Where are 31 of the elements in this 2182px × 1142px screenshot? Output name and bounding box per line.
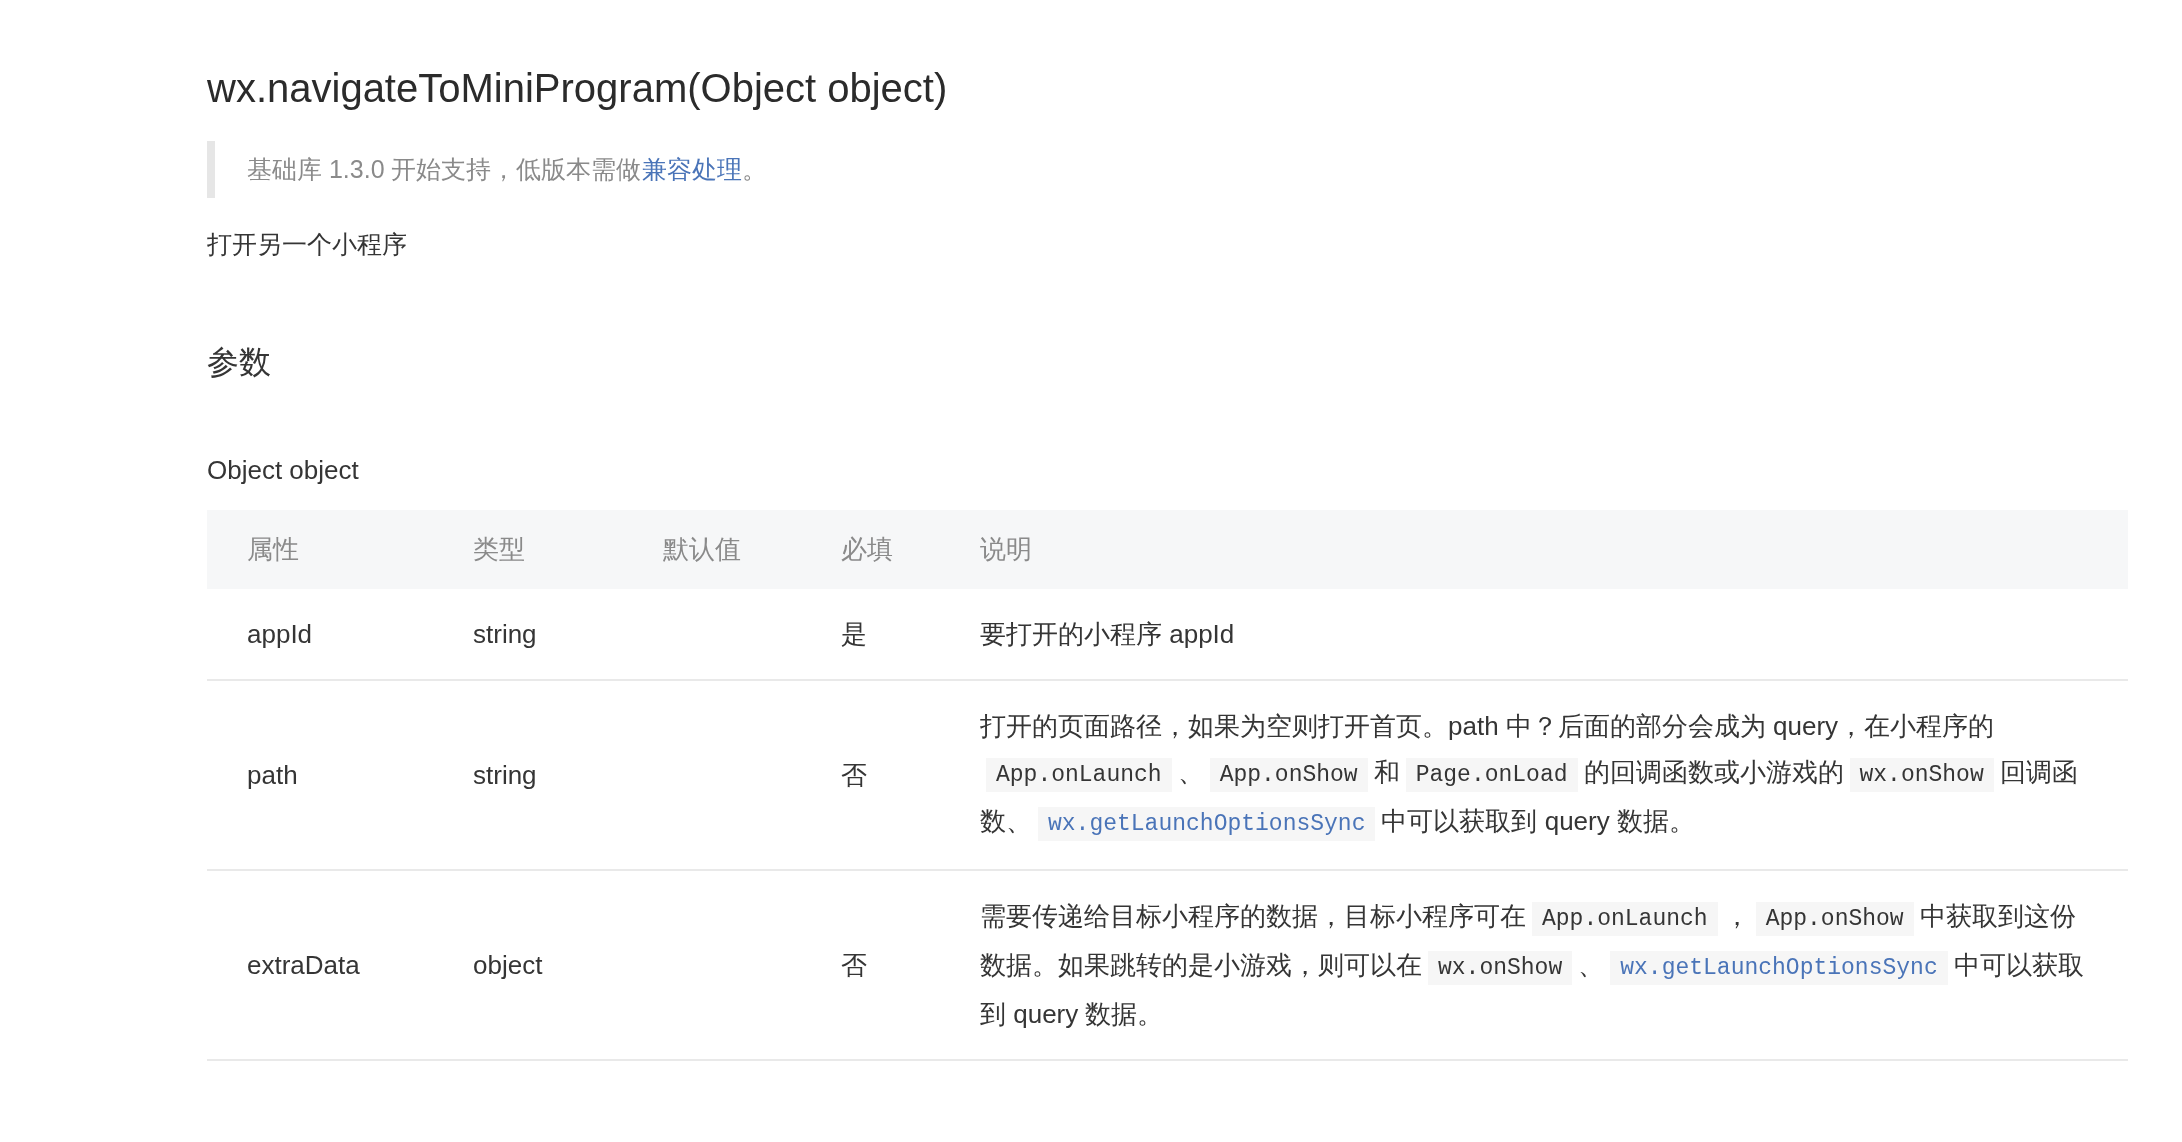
table-cell: string (473, 760, 537, 790)
table-cell: string (473, 619, 537, 649)
column-header: 类型 (473, 534, 525, 564)
compat-link[interactable]: 兼容处理 (641, 155, 742, 183)
summary-text: 打开另一个小程序 (207, 229, 408, 260)
section-heading: 参数 (207, 343, 272, 382)
column-header: 默认值 (663, 534, 741, 564)
table-cell: path (247, 760, 298, 790)
inline-code: App.onLaunch (986, 758, 1172, 792)
table-cell: appId (247, 619, 313, 649)
note-text: 基础库 1.3.0 开始支持，低版本需做兼容处理。 (247, 154, 768, 185)
inline-code: wx.onShow (1428, 951, 1573, 985)
table-cell: 是 (841, 619, 867, 649)
description-text: 要打开的小程序 appId (980, 619, 1235, 649)
table-cell: extraData (247, 950, 360, 980)
api-link[interactable]: wx.getLaunchOptionsSync (1610, 951, 1948, 985)
column-header: 说明 (980, 534, 1032, 564)
inline-code: App.onShow (1755, 902, 1914, 936)
table-cell: 否 (841, 760, 867, 790)
inline-code: App.onShow (1209, 758, 1368, 792)
inline-code: Page.onLoad (1405, 758, 1578, 792)
inline-code: wx.onShow (1849, 758, 1994, 792)
table-cell: 否 (841, 950, 867, 980)
table-cell: object (473, 950, 543, 980)
api-link[interactable]: wx.getLaunchOptionsSync (1038, 807, 1376, 841)
column-header: 属性 (247, 534, 299, 564)
column-header: 必填 (841, 534, 893, 564)
inline-code: App.onLaunch (1532, 902, 1718, 936)
description-text: 需要传递给目标小程序的数据，目标小程序可在 App.onLaunch ， App.onShow 中获取到这份数据。如果跳转的是小游戏，则可以在 wx.onShow 、 wx.getLaunchOptionsSync 中可以获取到 query 数据。 (980, 901, 2084, 1029)
page-title: wx.navigateToMiniProgram(Object object) (207, 66, 949, 111)
object-label: Object object (207, 455, 360, 486)
